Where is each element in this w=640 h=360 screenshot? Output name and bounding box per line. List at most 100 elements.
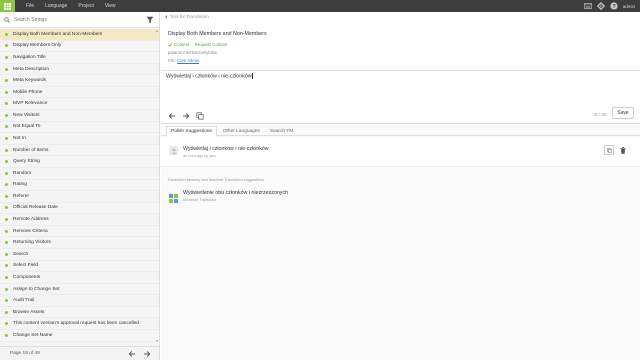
string-list-item[interactable]: Remove Criteria: [0, 226, 159, 238]
search-input[interactable]: [14, 16, 144, 23]
previous-string-icon[interactable]: [168, 112, 176, 120]
context-status: Context: [174, 42, 190, 47]
string-list-item[interactable]: Display Both Members and Non-Members: [0, 29, 159, 41]
tab-polish-suggestions[interactable]: Polish Suggestions: [166, 126, 217, 137]
status-dot-icon: [5, 125, 8, 129]
help-icon[interactable]: ?: [610, 2, 618, 10]
string-list-item[interactable]: Browse Assets: [0, 307, 159, 319]
request-context-link[interactable]: Request Context: [195, 42, 228, 47]
string-list-item[interactable]: Remote Address: [0, 214, 159, 226]
string-list-item[interactable]: Referer: [0, 191, 159, 203]
status-dot-icon: [5, 322, 8, 326]
status-dot-icon: [5, 310, 8, 314]
status-dot-icon: [5, 206, 8, 210]
translation-field[interactable]: Wyświetlaj i członków i nie-członków: [166, 73, 634, 109]
string-list-item[interactable]: New Visitors: [0, 110, 159, 122]
status-dot-icon: [5, 90, 8, 94]
source-header: Text for Translation: [161, 12, 640, 21]
string-list-item[interactable]: Not In: [0, 133, 159, 145]
status-dot-icon: [5, 55, 8, 59]
page-indicator: Page 18 of 45: [10, 351, 40, 356]
string-list-item[interactable]: Query String: [0, 156, 159, 168]
status-dot-icon: [5, 136, 8, 140]
string-list-item[interactable]: Returning Visitors: [0, 237, 159, 249]
status-dot-icon: [5, 264, 8, 268]
menu-language[interactable]: Language: [45, 3, 67, 9]
copy-source-icon[interactable]: [196, 112, 204, 120]
string-list-item[interactable]: Number of Items: [0, 145, 159, 157]
string-list-item[interactable]: Navigation Title: [0, 52, 159, 64]
delete-suggestion-icon[interactable]: [619, 145, 627, 155]
string-list-item[interactable]: Assign to Change Set: [0, 284, 159, 296]
string-label: Assign to Change Set: [13, 286, 60, 292]
scroll-up-arrow-icon[interactable]: [156, 30, 158, 32]
string-list-item[interactable]: Change Set Name: [0, 330, 159, 342]
string-list-item[interactable]: Meta Description: [0, 64, 159, 76]
string-list-item[interactable]: Mobile Phone: [0, 87, 159, 99]
status-dot-icon: [5, 44, 8, 48]
string-list-item[interactable]: Select Field: [0, 261, 159, 273]
menu-project[interactable]: Project: [78, 3, 94, 9]
string-label: Official Release Date: [13, 205, 58, 211]
source-header-label: Text for Translation: [170, 14, 209, 19]
scroll-down-arrow-icon[interactable]: [156, 340, 158, 342]
next-page-icon[interactable]: [143, 350, 151, 358]
status-dot-icon: [5, 32, 8, 36]
string-list-item[interactable]: Rating: [0, 180, 159, 192]
string-label: Referer: [13, 193, 29, 199]
string-label: Rating: [13, 182, 27, 188]
status-dot-icon: [5, 299, 8, 303]
file-label: File:: [168, 58, 176, 63]
status-dot-icon: [5, 79, 8, 83]
status-dot-icon: [5, 218, 8, 222]
string-list-item[interactable]: Audit Trail: [0, 295, 159, 307]
string-list-item[interactable]: Meta Keywords: [0, 75, 159, 87]
gear-icon[interactable]: [596, 2, 605, 10]
char-count: 36 / 36: [593, 112, 606, 117]
status-dot-icon: [5, 194, 8, 198]
string-label: Search: [13, 251, 29, 257]
prev-page-icon[interactable]: [128, 350, 136, 358]
string-list-item[interactable]: Search: [0, 249, 159, 261]
string-list-item[interactable]: This content version's approval request …: [0, 318, 159, 331]
tab-other-languages[interactable]: Other Languages: [219, 126, 264, 136]
string-list-item[interactable]: Components: [0, 272, 159, 284]
status-dot-icon: [5, 241, 8, 245]
string-sidebar: Display Both Members and Non-Members Disp…: [0, 12, 160, 360]
string-label: Not In: [13, 135, 26, 141]
string-list-item[interactable]: Not Equal To: [0, 122, 159, 134]
suggestion-tabs: Polish Suggestions Other Languages Searc…: [161, 124, 640, 137]
suggestion-text: Wyświetlaj i członków i nie-członków: [183, 146, 269, 152]
mt-note: Translation Memory and Machine Translati…: [167, 178, 265, 182]
source-string: Display Both Members and Non-Members: [168, 31, 267, 37]
string-list-item[interactable]: Random: [0, 168, 159, 180]
suggestion-item[interactable]: [161, 137, 640, 167]
scrollbar[interactable]: [156, 29, 159, 344]
user-name[interactable]: admin: [623, 4, 635, 9]
filter-icon[interactable]: [146, 16, 154, 24]
status-dot-icon: [5, 171, 8, 175]
string-label: MVP Relevance: [13, 101, 48, 107]
save-button[interactable]: Save: [612, 107, 634, 119]
app-grid-icon[interactable]: [0, 0, 15, 12]
mt-suggestion-text[interactable]: Wyświetlenie obu członków i niezrzeszony…: [183, 190, 288, 196]
next-string-icon[interactable]: [182, 112, 190, 120]
keyboard-icon[interactable]: [583, 2, 592, 10]
tab-search-tm[interactable]: Search TM: [266, 126, 297, 136]
use-suggestion-button[interactable]: [604, 145, 614, 155]
string-list-item[interactable]: MVP Relevance: [0, 98, 159, 111]
search-bar: [0, 12, 159, 28]
top-menu-bar: File Language Project View ? admin: [0, 0, 640, 12]
menu-file[interactable]: File: [26, 3, 34, 9]
status-dot-icon: [5, 229, 8, 233]
translation-editor: Text for Translation Display Both Member…: [161, 12, 640, 360]
file-line: File: Core Admin: [168, 58, 199, 63]
file-link[interactable]: Core Admin: [177, 58, 199, 63]
mt-suggestion-meta: Microsoft Translator: [183, 198, 217, 202]
status-dot-icon: [5, 67, 8, 71]
collapse-left-icon[interactable]: [165, 14, 167, 19]
menu-view[interactable]: View: [105, 3, 116, 9]
string-list-item[interactable]: Official Release Date: [0, 203, 159, 215]
string-list-item[interactable]: Display Members Only: [0, 41, 159, 53]
status-dot-icon: [5, 148, 8, 152]
